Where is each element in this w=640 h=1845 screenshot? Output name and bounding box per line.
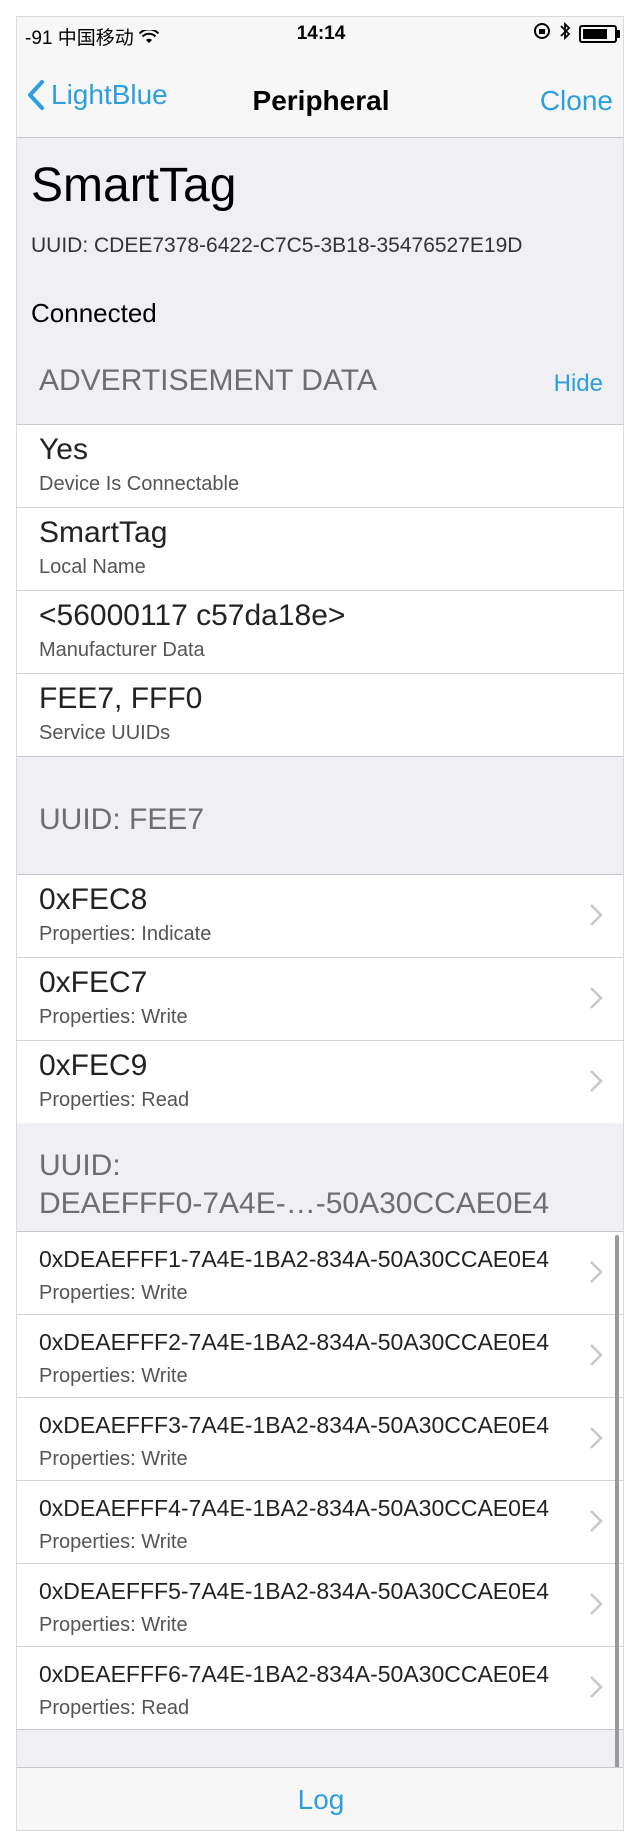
bottom-toolbar: Log [17, 1767, 623, 1830]
chevron-right-icon [589, 1343, 603, 1372]
navigation-bar: LightBlue Peripheral Clone [17, 51, 623, 138]
characteristic-properties: Properties: Indicate [39, 923, 212, 945]
rotation-lock-icon [533, 22, 551, 46]
characteristic-uuid: 0xFEC9 [39, 1049, 148, 1082]
list-item: <56000117 c57da18e> Manufacturer Data [17, 591, 623, 674]
characteristic-uuid: 0xFEC8 [39, 883, 148, 916]
ad-value: Yes [39, 433, 88, 466]
ad-label: Service UUIDs [39, 722, 171, 744]
ad-value: <56000117 c57da18e> [39, 599, 346, 632]
characteristic-uuid: 0xDEAEFFF5-7A4E-1BA2-834A-50A30CCAE0E4 [39, 1578, 550, 1604]
clone-button[interactable]: Clone [540, 85, 613, 117]
phone-screen: -91 中国移动 14:14 LightBlue Peripheral Clon… [16, 16, 624, 1831]
list-item: SmartTag Local Name [17, 508, 623, 591]
service-deaefff0-characteristics: 0xDEAEFFF1-7A4E-1BA2-834A-50A30CCAE0E4 P… [17, 1231, 623, 1730]
characteristic-properties: Properties: Write [39, 1448, 188, 1470]
chevron-right-icon [589, 986, 603, 1015]
characteristic-properties: Properties: Write [39, 1006, 188, 1028]
chevron-right-icon [589, 1069, 603, 1098]
characteristic-uuid: 0xDEAEFFF1-7A4E-1BA2-834A-50A30CCAE0E4 [39, 1246, 550, 1272]
characteristic-properties: Properties: Read [39, 1697, 190, 1719]
bluetooth-icon [559, 21, 571, 47]
peripheral-uuid: UUID: CDEE7378-6422-C7C5-3B18-35476527E1… [31, 234, 523, 257]
chevron-right-icon [589, 1509, 603, 1538]
ad-label: Local Name [39, 556, 146, 578]
service-deaefff0-label-line2: DEAEFFF0-7A4E-…-50A30CCAE0E4 [39, 1187, 550, 1220]
chevron-right-icon [589, 903, 603, 932]
peripheral-name: SmartTag [31, 159, 237, 212]
characteristic-uuid: 0xDEAEFFF3-7A4E-1BA2-834A-50A30CCAE0E4 [39, 1412, 550, 1438]
advertisement-list: Yes Device Is Connectable SmartTag Local… [17, 424, 623, 757]
chevron-right-icon [589, 1260, 603, 1289]
service-deaefff0-label-line1: UUID: [39, 1149, 121, 1182]
characteristic-properties: Properties: Write [39, 1365, 188, 1387]
battery-icon [579, 25, 620, 43]
characteristic-row[interactable]: 0xDEAEFFF2-7A4E-1BA2-834A-50A30CCAE0E4 P… [17, 1315, 623, 1398]
status-bar: -91 中国移动 14:14 [17, 17, 623, 51]
characteristic-uuid: 0xDEAEFFF2-7A4E-1BA2-834A-50A30CCAE0E4 [39, 1329, 550, 1355]
service-fee7-header: UUID: FEE7 [17, 757, 623, 863]
chevron-right-icon [589, 1592, 603, 1621]
connection-status: Connected [31, 298, 157, 328]
characteristic-row[interactable]: 0xDEAEFFF6-7A4E-1BA2-834A-50A30CCAE0E4 P… [17, 1647, 623, 1729]
characteristic-row[interactable]: 0xFEC7 Properties: Write [17, 958, 623, 1041]
peripheral-info: SmartTag UUID: CDEE7378-6422-C7C5-3B18-3… [17, 138, 623, 338]
characteristic-properties: Properties: Write [39, 1282, 188, 1304]
service-fee7-label: UUID: FEE7 [39, 803, 205, 836]
characteristic-properties: Properties: Write [39, 1531, 188, 1553]
advertisement-header: ADVERTISEMENT DATA Hide [17, 338, 623, 424]
characteristic-row[interactable]: 0xDEAEFFF1-7A4E-1BA2-834A-50A30CCAE0E4 P… [17, 1232, 623, 1315]
ad-value: SmartTag [39, 516, 168, 549]
advertisement-header-label: ADVERTISEMENT DATA [39, 364, 377, 397]
ad-value: FEE7, FFF0 [39, 682, 203, 715]
characteristic-row[interactable]: 0xDEAEFFF4-7A4E-1BA2-834A-50A30CCAE0E4 P… [17, 1481, 623, 1564]
list-item: Yes Device Is Connectable [17, 425, 623, 508]
characteristic-properties: Properties: Read [39, 1089, 190, 1111]
characteristic-uuid: 0xFEC7 [39, 966, 148, 999]
service-fee7-characteristics: 0xFEC8 Properties: Indicate 0xFEC7 Prope… [17, 874, 623, 1124]
scrollbar[interactable] [615, 1235, 619, 1775]
characteristic-row[interactable]: 0xFEC9 Properties: Read [17, 1041, 623, 1123]
chevron-right-icon [589, 1426, 603, 1455]
service-deaefff0-label: UUID: DEAEFFF0-7A4E-…-50A30CCAE0E4 [39, 1147, 549, 1223]
characteristic-properties: Properties: Write [39, 1614, 188, 1636]
log-button[interactable]: Log [17, 1784, 623, 1816]
characteristic-row[interactable]: 0xDEAEFFF5-7A4E-1BA2-834A-50A30CCAE0E4 P… [17, 1564, 623, 1647]
ad-label: Device Is Connectable [39, 473, 240, 495]
chevron-right-icon [589, 1675, 603, 1704]
list-item: FEE7, FFF0 Service UUIDs [17, 674, 623, 756]
hide-button[interactable]: Hide [554, 370, 603, 398]
ad-label: Manufacturer Data [39, 639, 205, 661]
status-right [533, 21, 620, 47]
characteristic-uuid: 0xDEAEFFF4-7A4E-1BA2-834A-50A30CCAE0E4 [39, 1495, 550, 1521]
service-deaefff0-header: UUID: DEAEFFF0-7A4E-…-50A30CCAE0E4 [17, 1123, 623, 1231]
page-title: Peripheral [252, 85, 390, 116]
characteristic-row[interactable]: 0xFEC8 Properties: Indicate [17, 875, 623, 958]
characteristic-row[interactable]: 0xDEAEFFF3-7A4E-1BA2-834A-50A30CCAE0E4 P… [17, 1398, 623, 1481]
characteristic-uuid: 0xDEAEFFF6-7A4E-1BA2-834A-50A30CCAE0E4 [39, 1661, 550, 1687]
